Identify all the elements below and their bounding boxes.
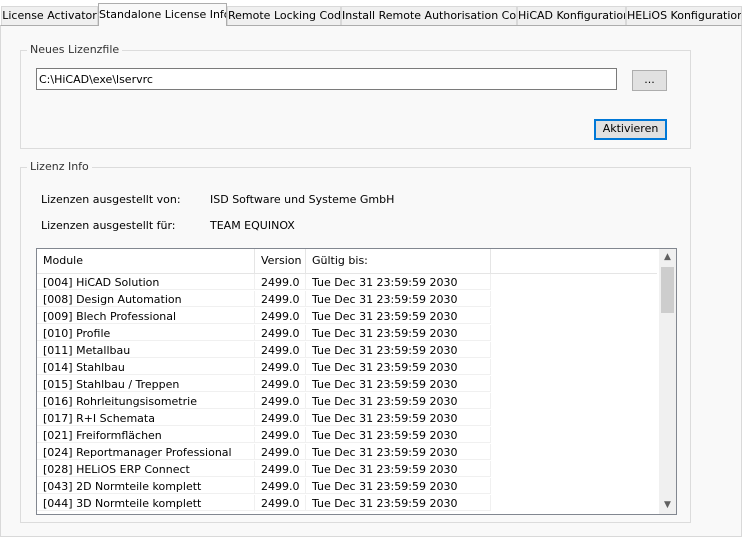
license-modules-table[interactable]: Module Version Gültig bis: [004] HiCAD S… [36,248,677,515]
table-row[interactable]: [021] Freiformflächen 2499.0 Tue Dec 31 23… [37,427,657,444]
browse-button[interactable]: ... [632,70,667,91]
table-row[interactable]: [015] Stahlbau / Treppen 2499.0 Tue Dec 31… [37,376,657,393]
cell-module: [028] HELiOS ERP Connect [37,461,255,477]
tab-strip: License Activator Standalone License Inf… [0,0,742,26]
license-manager-window: License Activator Standalone License Inf… [0,0,742,537]
cell-valid-until: Tue Dec 31 23:59:59 2030 [306,495,491,511]
new-license-group: Neues Lizenzfile ... Aktivieren [20,43,691,149]
cell-version: 2499.0 [255,291,306,307]
cell-module: [004] HiCAD Solution [37,274,255,290]
new-license-legend: Neues Lizenzfile [27,43,123,57]
cell-valid-until: Tue Dec 31 23:59:59 2030 [306,461,491,477]
cell-version: 2499.0 [255,478,306,494]
cell-module: [016] Rohrleitungsisometrie [37,393,255,409]
cell-version: 2499.0 [255,444,306,460]
cell-module: [008] Design Automation [37,291,255,307]
chevron-down-icon[interactable]: ▼ [659,497,676,514]
table-row[interactable]: [008] Design Automation 2499.0 Tue Dec 31 … [37,291,657,308]
license-path-input[interactable] [36,68,617,90]
issued-by-value: ISD Software und Systeme GmbH [210,193,395,206]
cell-module: [024] Reportmanager Professional [37,444,255,460]
cell-module: [010] Profile [37,325,255,341]
table-row[interactable]: [004] HiCAD Solution 2499.0 Tue Dec 31 23:… [37,274,657,291]
cell-module: [009] Blech Professional [37,308,255,324]
table-row[interactable]: [044] 3D Normteile komplett 2499.0 Tue Dec… [37,495,657,512]
table-row[interactable]: [010] Profile 2499.0 Tue Dec 31 23:59:59 2… [37,325,657,342]
tab-standalone-license-info[interactable]: Standalone License Info [98,3,227,26]
table-row[interactable]: [014] Stahlbau 2499.0 Tue Dec 31 23:59:59 … [37,359,657,376]
issued-for-label: Lizenzen ausgestellt für: [41,219,176,232]
cell-version: 2499.0 [255,274,306,290]
cell-valid-until: Tue Dec 31 23:59:59 2030 [306,444,491,460]
cell-valid-until: Tue Dec 31 23:59:59 2030 [306,308,491,324]
chevron-up-icon[interactable]: ▲ [659,249,676,266]
cell-valid-until: Tue Dec 31 23:59:59 2030 [306,342,491,358]
cell-module: [044] 3D Normteile komplett [37,495,255,511]
cell-module: [015] Stahlbau / Treppen [37,376,255,392]
cell-valid-until: Tue Dec 31 23:59:59 2030 [306,393,491,409]
cell-valid-until: Tue Dec 31 23:59:59 2030 [306,291,491,307]
activate-button[interactable]: Aktivieren [594,119,667,140]
license-info-group: Lizenz Info Lizenzen ausgestellt von: IS… [20,160,691,523]
cell-valid-until: Tue Dec 31 23:59:59 2030 [306,359,491,375]
vertical-scrollbar[interactable]: ▲ ▼ [659,249,676,514]
cell-module: [021] Freiformflächen [37,427,255,443]
cell-module: [011] Metallbau [37,342,255,358]
column-header-version[interactable]: Version [255,249,306,273]
issued-for-value: TEAM EQUINOX [210,219,295,232]
table-row[interactable]: [011] Metallbau 2499.0 Tue Dec 31 23:59:59… [37,342,657,359]
table-body: [004] HiCAD Solution 2499.0 Tue Dec 31 23:… [37,274,657,512]
cell-version: 2499.0 [255,359,306,375]
cell-version: 2499.0 [255,308,306,324]
cell-version: 2499.0 [255,495,306,511]
column-header-module[interactable]: Module [37,249,255,273]
table-row[interactable]: [016] Rohrleitungsisometrie 2499.0 Tue Dec… [37,393,657,410]
tab-install-remote-authorisation-code[interactable]: Install Remote Authorisation Code [341,6,517,25]
table-row[interactable]: [009] Blech Professional 2499.0 Tue Dec 31… [37,308,657,325]
tab-hicad-konfiguration[interactable]: HiCAD Konfiguration [517,6,626,25]
table-row[interactable]: [017] R+I Schemata 2499.0 Tue Dec 31 23:59… [37,410,657,427]
license-info-legend: Lizenz Info [27,160,92,174]
cell-valid-until: Tue Dec 31 23:59:59 2030 [306,274,491,290]
scrollbar-thumb[interactable] [661,267,674,313]
column-header-valid-until[interactable]: Gültig bis: [306,249,491,273]
tab-license-activator[interactable]: License Activator [1,6,98,25]
cell-version: 2499.0 [255,410,306,426]
cell-version: 2499.0 [255,393,306,409]
cell-valid-until: Tue Dec 31 23:59:59 2030 [306,478,491,494]
cell-module: [043] 2D Normteile komplett [37,478,255,494]
cell-version: 2499.0 [255,376,306,392]
table-row[interactable]: [028] HELiOS ERP Connect 2499.0 Tue Dec 31… [37,461,657,478]
cell-version: 2499.0 [255,325,306,341]
cell-valid-until: Tue Dec 31 23:59:59 2030 [306,410,491,426]
cell-valid-until: Tue Dec 31 23:59:59 2030 [306,427,491,443]
tab-helios-konfiguration[interactable]: HELiOS Konfiguration [626,6,742,25]
cell-module: [014] Stahlbau [37,359,255,375]
table-row[interactable]: [043] 2D Normteile komplett 2499.0 Tue Dec… [37,478,657,495]
cell-valid-until: Tue Dec 31 23:59:59 2030 [306,376,491,392]
tab-panel-standalone-license-info: Neues Lizenzfile ... Aktivieren Lizenz I… [0,25,742,537]
issued-by-label: Lizenzen ausgestellt von: [41,193,181,206]
cell-valid-until: Tue Dec 31 23:59:59 2030 [306,325,491,341]
cell-version: 2499.0 [255,342,306,358]
cell-version: 2499.0 [255,461,306,477]
tab-remote-locking-code[interactable]: Remote Locking Code [227,6,341,25]
cell-module: [017] R+I Schemata [37,410,255,426]
cell-version: 2499.0 [255,427,306,443]
table-header: Module Version Gültig bis: [37,249,657,274]
table-row[interactable]: [024] Reportmanager Professional 2499.0 Tu… [37,444,657,461]
